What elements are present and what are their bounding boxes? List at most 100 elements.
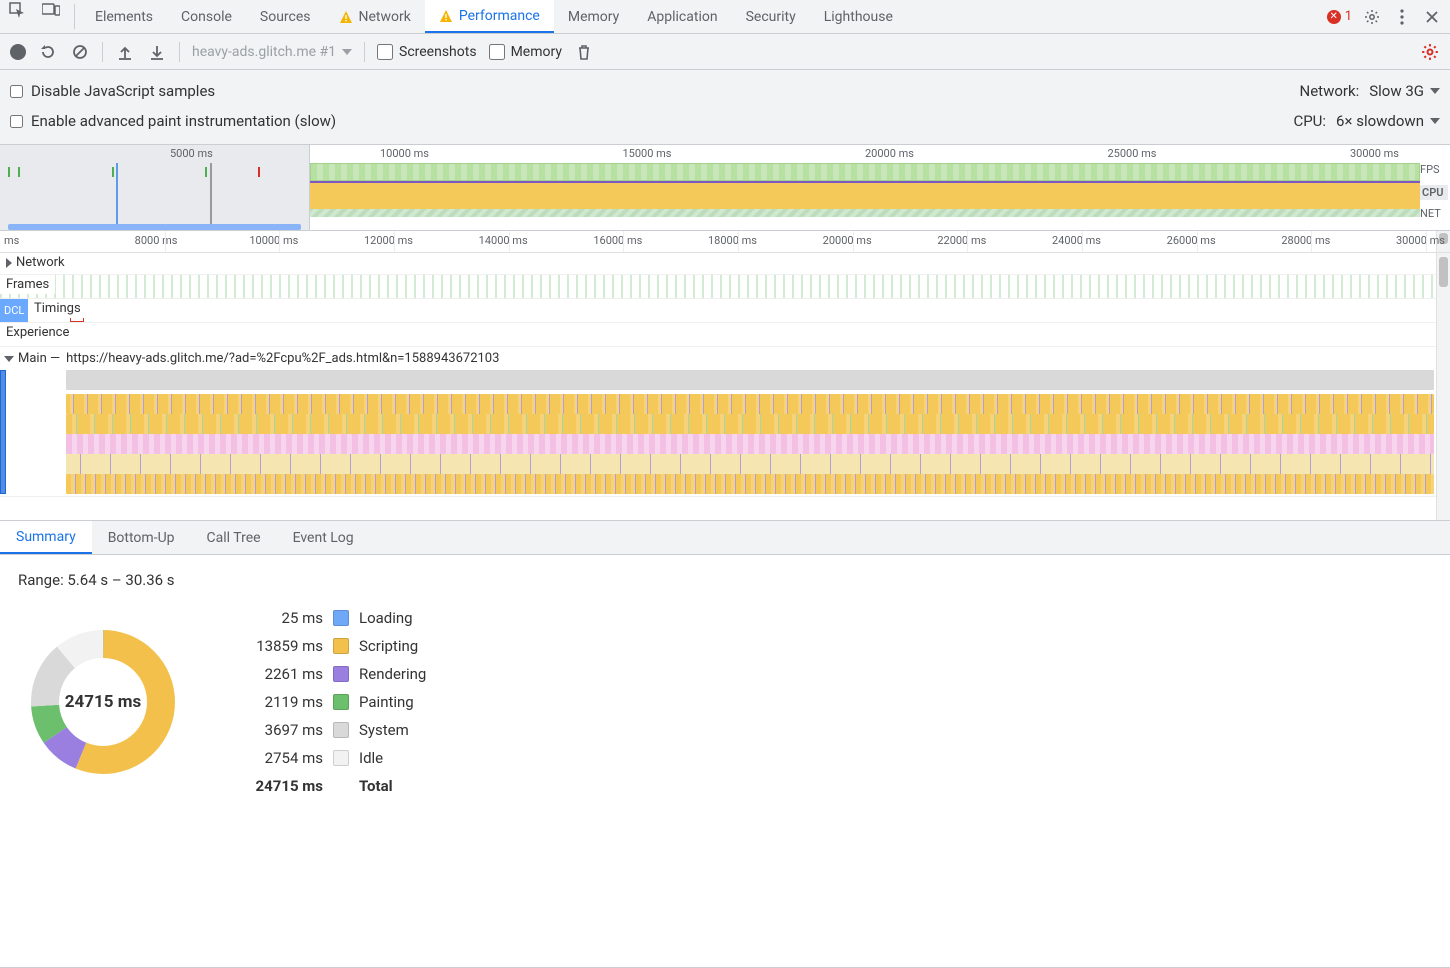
tab-security[interactable]: Security bbox=[732, 0, 810, 33]
memory-checkbox[interactable]: Memory bbox=[489, 44, 562, 60]
legend-row: 2119 msPainting bbox=[228, 693, 426, 711]
screenshots-label: Screenshots bbox=[399, 44, 477, 60]
cpu-throttle-select[interactable]: 6× slowdown bbox=[1336, 112, 1440, 130]
ruler-tick: 30000 ms bbox=[1396, 234, 1445, 247]
ruler-tick: 18000 ms bbox=[708, 234, 757, 247]
flamechart-tracks: Network Frames DCL Timings Experience Ma… bbox=[0, 253, 1450, 521]
legend-label: Idle bbox=[359, 749, 383, 767]
chevron-down-icon bbox=[1430, 118, 1440, 124]
legend-ms: 3697 ms bbox=[228, 721, 323, 739]
error-count-badge[interactable]: ✕ 1 bbox=[1327, 9, 1352, 24]
legend-row: 2261 msRendering bbox=[228, 665, 426, 683]
devtools-tabstrip: Elements Console Sources Network Performance… bbox=[0, 0, 1450, 34]
performance-toolbar: heavy-ads.glitch.me #1 Screenshots Memor… bbox=[0, 34, 1450, 70]
disclosure-icon[interactable] bbox=[4, 356, 14, 362]
tab-label: Elements bbox=[95, 9, 153, 25]
legend-total-label: Total bbox=[359, 777, 393, 795]
toggle-device-icon[interactable] bbox=[34, 0, 68, 20]
screenshots-checkbox[interactable]: Screenshots bbox=[377, 44, 477, 60]
tab-performance[interactable]: Performance bbox=[425, 0, 554, 33]
ruler-tick: ms bbox=[4, 234, 19, 247]
overview-tick: 25000 ms bbox=[1108, 147, 1157, 160]
flame-range-handle[interactable] bbox=[0, 370, 6, 494]
legend-ms: 13859 ms bbox=[228, 637, 323, 655]
vertical-scrollbar[interactable] bbox=[1436, 253, 1450, 520]
tab-elements[interactable]: Elements bbox=[81, 0, 167, 33]
warning-icon bbox=[439, 9, 453, 23]
overview-full[interactable]: 10000 ms15000 ms20000 ms25000 ms30000 ms… bbox=[310, 145, 1450, 230]
network-track-label: Network bbox=[16, 255, 65, 270]
ruler-tick: 14000 ms bbox=[479, 234, 528, 247]
memory-checkbox-input[interactable] bbox=[489, 44, 505, 60]
main-flamechart[interactable] bbox=[66, 370, 1434, 494]
tab-memory[interactable]: Memory bbox=[554, 0, 633, 33]
disable-js-samples-input[interactable] bbox=[10, 85, 23, 98]
load-profile-icon[interactable] bbox=[115, 42, 135, 62]
tab-label: Performance bbox=[459, 8, 540, 24]
overview-cpu-lane bbox=[310, 181, 1420, 209]
summary-panel: Range: 5.64 s – 30.36 s 24715 ms 25 msLo… bbox=[0, 555, 1450, 968]
overview-net-lane bbox=[310, 209, 1420, 217]
flamechart-ruler[interactable]: ms8000 ms10000 ms12000 ms14000 ms16000 m… bbox=[0, 231, 1450, 253]
error-icon: ✕ bbox=[1327, 10, 1341, 24]
advanced-paint-label: Enable advanced paint instrumentation (s… bbox=[31, 112, 336, 130]
legend-label: Loading bbox=[359, 609, 413, 627]
legend-swatch bbox=[333, 750, 349, 766]
advanced-paint-checkbox[interactable]: Enable advanced paint instrumentation (s… bbox=[10, 112, 336, 130]
settings-gear-icon[interactable] bbox=[1362, 7, 1382, 27]
close-devtools-icon[interactable] bbox=[1422, 7, 1442, 27]
overview-tick: 15000 ms bbox=[623, 147, 672, 160]
ruler-tick: 20000 ms bbox=[823, 234, 872, 247]
tab-application[interactable]: Application bbox=[633, 0, 731, 33]
details-tab-summary[interactable]: Summary bbox=[0, 521, 92, 554]
overview-tick: 30000 ms bbox=[1350, 147, 1399, 160]
overview-fps-lane bbox=[310, 163, 1420, 181]
reload-record-icon[interactable] bbox=[38, 42, 58, 62]
experience-track-label: Experience bbox=[6, 325, 69, 340]
timings-track[interactable]: DCL Timings bbox=[0, 299, 1436, 323]
garbage-collect-icon[interactable] bbox=[574, 42, 594, 62]
timings-track-label: Timings bbox=[34, 301, 81, 316]
kebab-menu-icon[interactable] bbox=[1392, 7, 1412, 27]
tab-console[interactable]: Console bbox=[167, 0, 246, 33]
record-button[interactable] bbox=[10, 44, 26, 60]
ruler-tick: 10000 ms bbox=[249, 234, 298, 247]
legend-swatch bbox=[333, 722, 349, 738]
experience-track[interactable]: Experience bbox=[0, 323, 1436, 347]
main-track[interactable]: Main — https://heavy-ads.glitch.me/?ad=%… bbox=[0, 347, 1436, 497]
inspect-element-icon[interactable] bbox=[0, 0, 34, 20]
tab-sources[interactable]: Sources bbox=[246, 0, 325, 33]
summary-legend: 25 ms Loading 13859 msScripting 2261 msRend… bbox=[228, 609, 426, 795]
overview-fps-label: FPS bbox=[1420, 163, 1448, 176]
capture-settings-gear-icon[interactable] bbox=[1420, 42, 1440, 62]
disclosure-icon[interactable] bbox=[6, 258, 12, 268]
overview-timeline[interactable]: 5000 ms 10000 ms15000 ms20000 ms25000 ms… bbox=[0, 145, 1450, 231]
disable-js-samples-checkbox[interactable]: Disable JavaScript samples bbox=[10, 82, 215, 100]
legend-total-row: 24715 msTotal bbox=[228, 777, 426, 795]
frames-track[interactable]: Frames bbox=[0, 275, 1436, 299]
legend-ms: 2754 ms bbox=[228, 749, 323, 767]
overview-selection[interactable]: 5000 ms bbox=[0, 145, 310, 230]
tab-network[interactable]: Network bbox=[325, 0, 425, 33]
screenshots-checkbox-input[interactable] bbox=[377, 44, 393, 60]
legend-label: Painting bbox=[359, 693, 414, 711]
overview-tick: 5000 ms bbox=[170, 147, 213, 160]
details-tab-event-log[interactable]: Event Log bbox=[277, 521, 370, 554]
overview-tick: 20000 ms bbox=[865, 147, 914, 160]
summary-range: Range: 5.64 s – 30.36 s bbox=[18, 571, 1432, 589]
memory-label: Memory bbox=[511, 44, 562, 60]
legend-ms: 25 ms bbox=[228, 609, 323, 627]
network-track[interactable]: Network bbox=[0, 253, 1436, 275]
legend-row: 13859 msScripting bbox=[228, 637, 426, 655]
details-tab-call-tree[interactable]: Call Tree bbox=[191, 521, 277, 554]
network-throttle-select[interactable]: Slow 3G bbox=[1369, 82, 1440, 100]
scrollbar-thumb[interactable] bbox=[1439, 257, 1448, 287]
advanced-paint-input[interactable] bbox=[10, 115, 23, 128]
legend-label: System bbox=[359, 721, 409, 739]
details-tab-bottom-up[interactable]: Bottom-Up bbox=[92, 521, 191, 554]
save-profile-icon[interactable] bbox=[147, 42, 167, 62]
tab-lighthouse[interactable]: Lighthouse bbox=[810, 0, 907, 33]
recording-selector[interactable]: heavy-ads.glitch.me #1 bbox=[192, 44, 352, 60]
tab-label: Sources bbox=[260, 9, 311, 25]
clear-icon[interactable] bbox=[70, 42, 90, 62]
